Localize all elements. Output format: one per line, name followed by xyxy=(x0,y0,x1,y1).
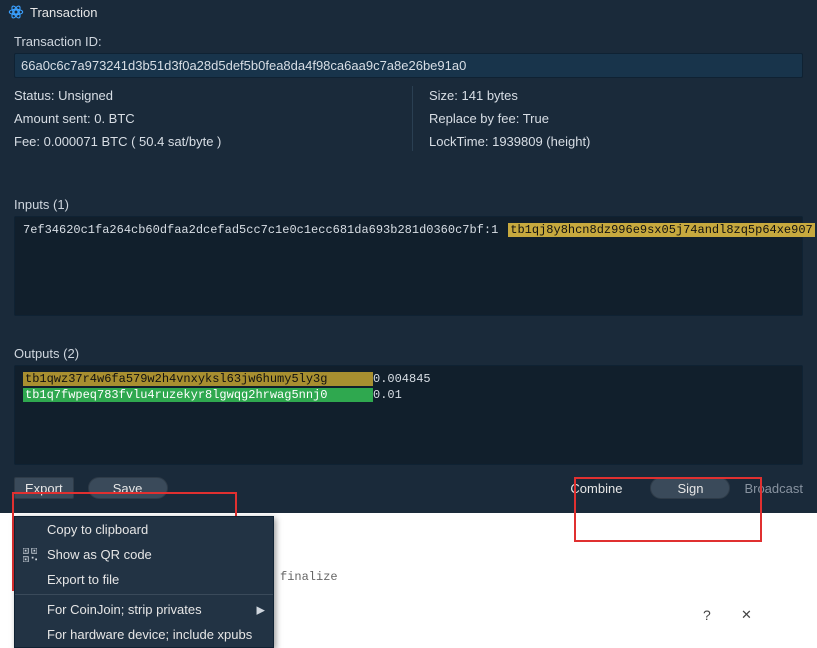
input-row: 7ef34620c1fa264cb60dfaa2dcefad5cc7c1e0c1… xyxy=(23,223,794,237)
broadcast-button: Broadcast xyxy=(744,481,803,496)
export-button[interactable]: Export xyxy=(14,477,74,499)
menu-coinjoin[interactable]: For CoinJoin; strip privates ▶ xyxy=(15,597,273,622)
meta-left: Status: Unsigned Amount sent: 0. BTC Fee… xyxy=(14,86,388,151)
status-text: Status: Unsigned xyxy=(14,88,388,103)
transaction-window: Transaction Transaction ID: 66a0c6c7a973… xyxy=(0,0,817,513)
electrum-icon xyxy=(8,4,24,20)
menu-file-label: Export to file xyxy=(47,572,119,587)
output-address-1[interactable]: tb1q7fwpeq783fvlu4ruzekyr8lgwqg2hrwag5nn… xyxy=(23,388,373,402)
menu-separator xyxy=(15,594,273,595)
output-address-0[interactable]: tb1qwz37r4w6fa579w2h4vnxyksl63jw6humy5ly… xyxy=(23,372,373,386)
txid-field[interactable]: 66a0c6c7a973241d3b51d3f0a28d5def5b0fea8d… xyxy=(14,53,803,78)
window-title: Transaction xyxy=(30,5,97,20)
menu-copy-clipboard[interactable]: Copy to clipboard xyxy=(15,517,273,542)
combine-button[interactable]: Combine xyxy=(556,477,636,499)
menu-hardware[interactable]: For hardware device; include xpubs xyxy=(15,622,273,647)
sign-button[interactable]: Sign xyxy=(650,477,730,499)
txid-label: Transaction ID: xyxy=(14,34,803,49)
content: Transaction ID: 66a0c6c7a973241d3b51d3f0… xyxy=(0,26,817,513)
export-menu: Copy to clipboard Show as QR code Export… xyxy=(14,516,274,648)
rbf-text: Replace by fee: True xyxy=(429,111,803,126)
titlebar: Transaction xyxy=(0,0,817,26)
size-text: Size: 141 bytes xyxy=(429,88,803,103)
output-amount-0: 0.004845 xyxy=(373,372,493,386)
txid-value: 66a0c6c7a973241d3b51d3f0a28d5def5b0fea8d… xyxy=(21,58,466,73)
menu-show-qr[interactable]: Show as QR code xyxy=(15,542,273,567)
menu-copy-label: Copy to clipboard xyxy=(47,522,148,537)
help-icon[interactable]: ? xyxy=(703,607,719,623)
input-outpoint: 7ef34620c1fa264cb60dfaa2dcefad5cc7c1e0c1… xyxy=(23,223,498,237)
finalize-text: finalize xyxy=(280,570,338,590)
save-button[interactable]: Save xyxy=(88,477,168,499)
menu-coinjoin-label: For CoinJoin; strip privates xyxy=(47,602,202,617)
amount-text: Amount sent: 0. BTC xyxy=(14,111,388,126)
output-amount-1: 0.01 xyxy=(373,388,493,402)
meta-row: Status: Unsigned Amount sent: 0. BTC Fee… xyxy=(14,86,803,151)
action-bar: Export Save Combine Sign Broadcast xyxy=(14,477,803,501)
menu-hw-label: For hardware device; include xpubs xyxy=(47,627,252,642)
menu-export-file[interactable]: Export to file xyxy=(15,567,273,592)
qr-icon xyxy=(23,548,37,562)
bottom-bar: ? ✕ xyxy=(703,607,757,623)
chevron-right-icon: ▶ xyxy=(257,603,265,616)
meta-right: Size: 141 bytes Replace by fee: True Loc… xyxy=(412,86,803,151)
outputs-panel: tb1qwz37r4w6fa579w2h4vnxyksl63jw6humy5ly… xyxy=(14,365,803,465)
fee-text: Fee: 0.000071 BTC ( 50.4 sat/byte ) xyxy=(14,134,388,149)
close-icon[interactable]: ✕ xyxy=(741,607,757,623)
inputs-panel: 7ef34620c1fa264cb60dfaa2dcefad5cc7c1e0c1… xyxy=(14,216,803,316)
input-address[interactable]: tb1qj8y8hcn8dz996e9sx05j74andl8zq5p64xe9… xyxy=(508,223,814,237)
inputs-header: Inputs (1) xyxy=(14,197,803,212)
menu-qr-label: Show as QR code xyxy=(47,547,152,562)
locktime-text: LockTime: 1939809 (height) xyxy=(429,134,803,149)
outputs-header: Outputs (2) xyxy=(14,346,803,361)
